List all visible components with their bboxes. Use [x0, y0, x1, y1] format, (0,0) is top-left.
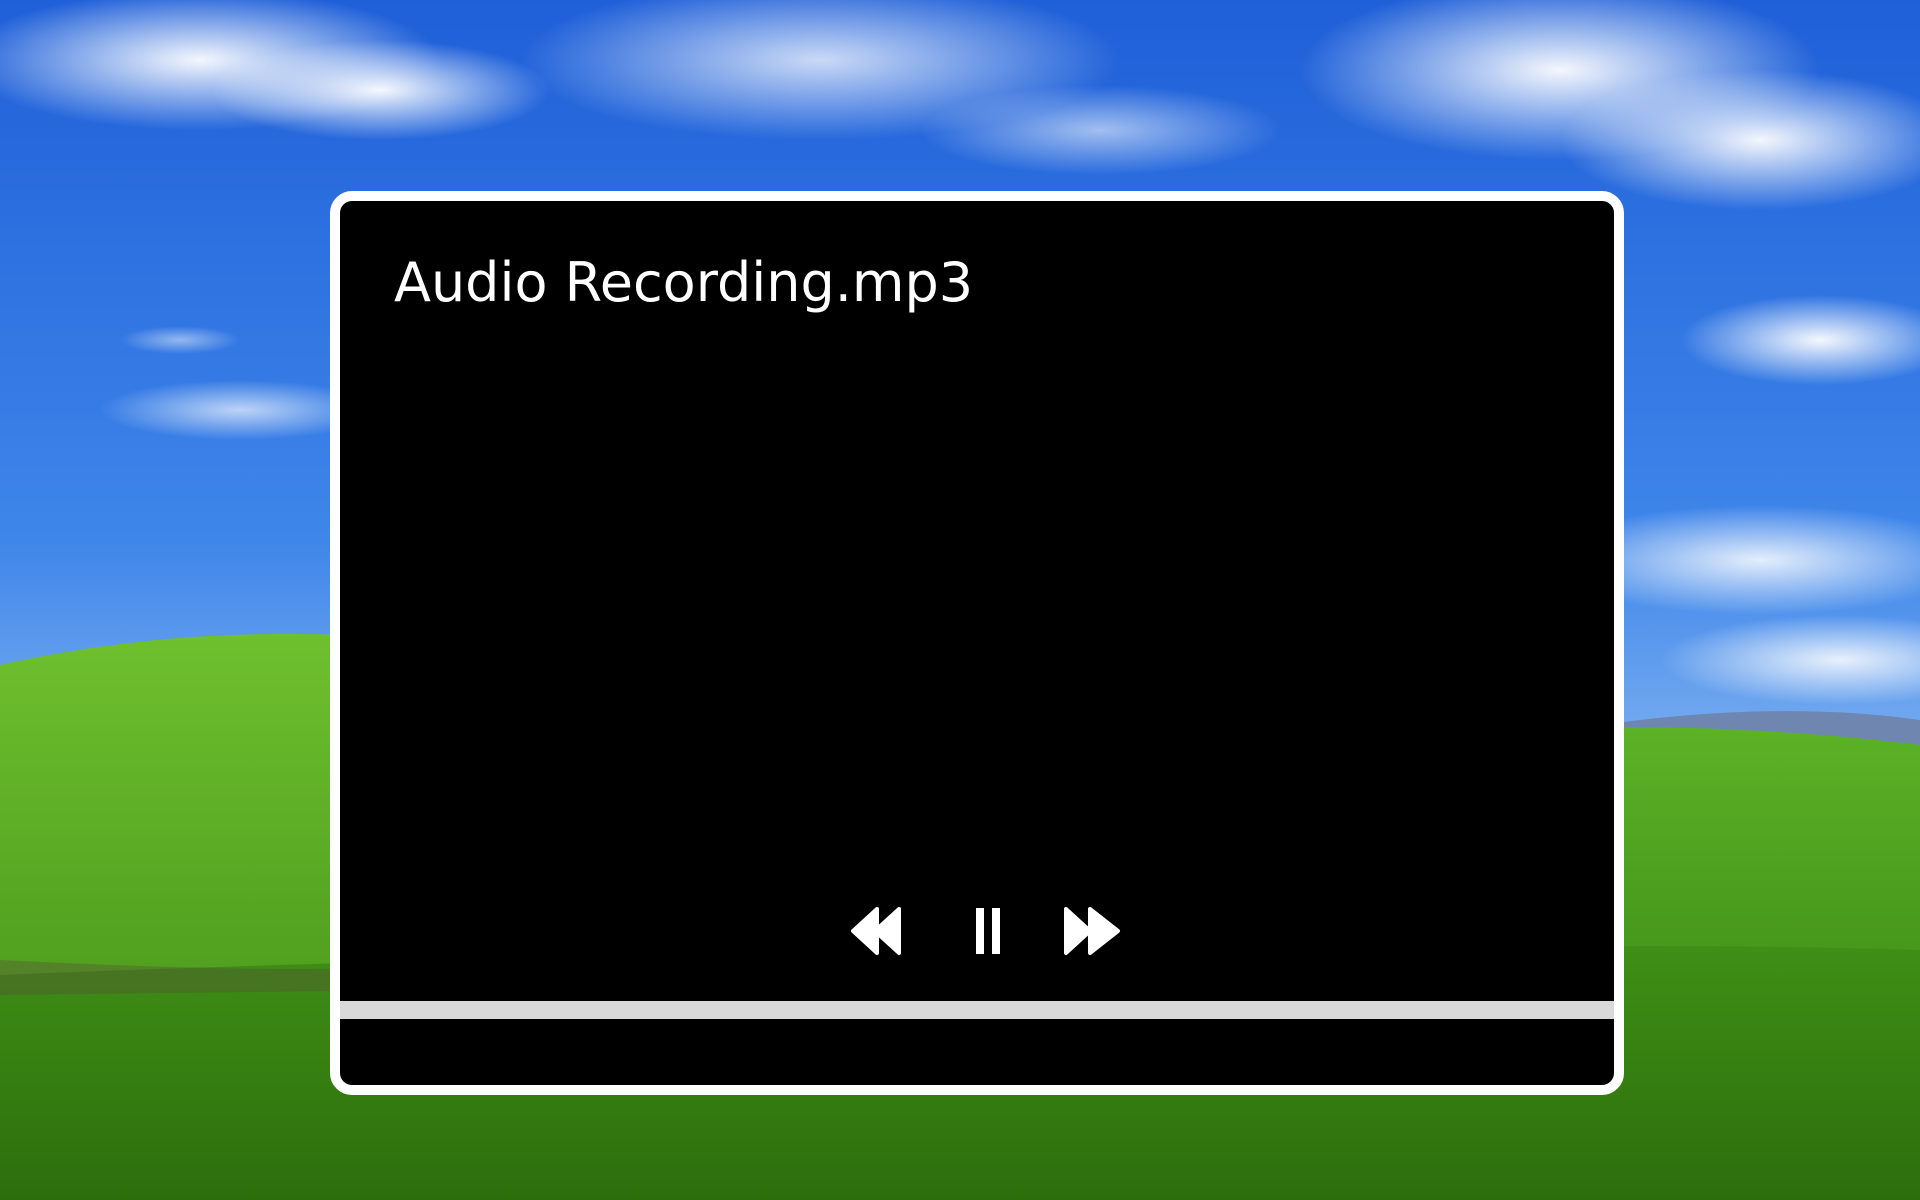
media-player-window: Audio Recording.mp3 — [330, 191, 1624, 1095]
pause-button[interactable] — [958, 901, 1018, 961]
pause-icon — [976, 908, 1000, 954]
rewind-icon — [851, 907, 901, 955]
playback-controls — [340, 901, 1614, 961]
track-title: Audio Recording.mp3 — [394, 251, 974, 314]
fast-forward-button[interactable] — [1060, 901, 1124, 961]
progress-bar[interactable] — [340, 1001, 1614, 1019]
rewind-button[interactable] — [847, 901, 907, 961]
fast-forward-icon — [1064, 907, 1120, 955]
